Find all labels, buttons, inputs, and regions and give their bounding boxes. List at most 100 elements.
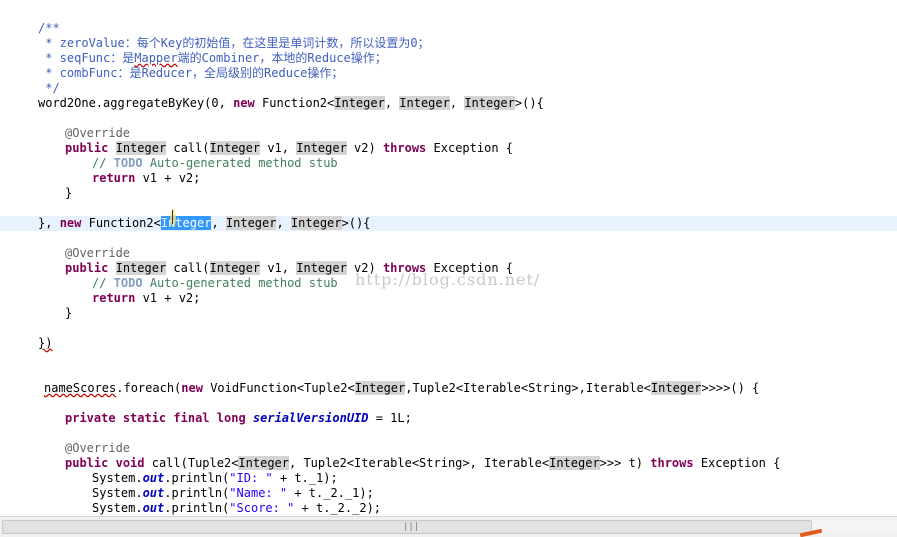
code-text: word2One.aggregateByKey(0, — [38, 96, 234, 110]
code-text: ,Tuple2<Iterable<String>,Iterable< — [405, 381, 651, 395]
keyword: void — [115, 456, 145, 470]
todo-tag: TODO — [113, 156, 143, 170]
string-literal: "Score: " — [229, 501, 295, 515]
type-token: Integer — [209, 261, 261, 275]
code-line-19[interactable]: return v1 + v2; — [92, 291, 200, 306]
code-text: >>>>() { — [701, 381, 760, 395]
code-text: .foreach( — [116, 381, 182, 395]
keyword: public — [65, 261, 109, 275]
type-token: Integer — [334, 96, 385, 110]
comment-text: Auto-generated method stub — [142, 276, 338, 290]
code-line-3[interactable]: * seqFunc：是Mapper端的Combiner，本地的Reduce操作； — [38, 51, 387, 66]
code-text: Function2< — [81, 216, 161, 230]
keyword: return — [92, 291, 136, 305]
code-text: >>> t) — [599, 456, 651, 470]
todo-tag: TODO — [113, 276, 143, 290]
code-text: System. — [92, 471, 143, 485]
keyword: final — [173, 411, 210, 425]
code-line-25[interactable]: nameScores.foreach(new VoidFunction<Tupl… — [44, 381, 759, 396]
code-line-8[interactable]: @Override — [65, 126, 130, 141]
field-token: out — [142, 471, 165, 485]
code-text: v1 + v2; — [135, 291, 201, 305]
code-text: System. — [92, 501, 143, 515]
code-text: System. — [92, 486, 143, 500]
code-text: , — [276, 216, 291, 230]
code-text: .println( — [164, 486, 230, 500]
code-text: , — [449, 96, 465, 110]
code-text: call(Tuple2< — [144, 456, 239, 470]
code-text: + t._2._2); — [294, 501, 382, 515]
code-line-9[interactable]: public Integer call(Integer v1, Integer … — [65, 141, 513, 156]
code-line-16[interactable]: @Override — [65, 246, 130, 261]
type-token: Integer — [115, 141, 167, 155]
code-line-29[interactable]: @Override — [65, 441, 130, 456]
comment-text: 端的Combiner，本地的Reduce操作； — [177, 51, 387, 65]
code-line-14[interactable]: }, new Function2<Integer, Integer, Integ… — [38, 216, 370, 231]
code-text: .println( — [164, 471, 230, 485]
code-line-4[interactable]: * combFunc：是Reducer，全局级别的Reduce操作； — [38, 66, 343, 81]
keyword: long — [216, 411, 246, 425]
code-text: , Tuple2<Iterable<String>, Iterable< — [289, 456, 550, 470]
code-line-10[interactable]: // TODO Auto-generated method stub — [92, 156, 338, 171]
code-text: }, — [38, 216, 60, 230]
field-token: serialVersionUID — [252, 411, 369, 425]
code-line-5[interactable]: */ — [38, 81, 59, 96]
code-text: Function2< — [254, 96, 335, 110]
mouse-cursor-highlight — [170, 209, 176, 227]
scrollbar-track-end — [812, 520, 897, 534]
scrollbar-thumb[interactable]: ||| — [2, 520, 812, 534]
code-text: v1 + v2; — [135, 171, 201, 185]
code-text: + t._1); — [272, 471, 338, 485]
code-line-11[interactable]: return v1 + v2; — [92, 171, 200, 186]
type-token: Integer — [549, 456, 600, 470]
code-text: , — [384, 96, 400, 110]
code-line-1[interactable]: /** — [38, 21, 60, 36]
code-text: .println( — [164, 501, 230, 515]
code-text: Exception { — [693, 456, 781, 470]
code-text: v1, — [260, 141, 297, 155]
keyword: new — [59, 216, 82, 230]
code-text: call( — [166, 141, 210, 155]
text-cursor-icon — [172, 210, 173, 224]
code-line-12[interactable]: } — [65, 186, 72, 201]
watermark: http://blog.csdn.net/ — [355, 270, 541, 289]
comment-text: // — [92, 156, 114, 170]
code-line-2[interactable]: * zeroValue：每个Key的初始值，在这里是单词计数，所以设置为0； — [38, 36, 429, 51]
code-text: }) — [38, 336, 53, 350]
code-text: Exception { — [426, 141, 513, 155]
code-line-6[interactable]: word2One.aggregateByKey(0, new Function2… — [38, 96, 544, 111]
code-editor[interactable]: /** * zeroValue：每个Key的初始值，在这里是单词计数，所以设置为… — [0, 0, 897, 516]
comment-text: // — [92, 276, 114, 290]
type-token: Integer — [290, 216, 342, 230]
field-token: out — [142, 486, 165, 500]
type-token: Integer — [115, 261, 167, 275]
keyword: new — [181, 381, 203, 395]
type-token: Integer — [650, 381, 702, 395]
code-text: >(){ — [514, 96, 544, 110]
code-text: >(){ — [341, 216, 371, 230]
code-line-30[interactable]: public void call(Tuple2<Integer, Tuple2<… — [65, 456, 780, 471]
code-line-18[interactable]: // TODO Auto-generated method stub — [92, 276, 338, 291]
horizontal-scrollbar[interactable]: ||| — [0, 516, 897, 537]
keyword: new — [233, 96, 255, 110]
code-line-33[interactable]: System.out.println("Score: " + t._2._2); — [92, 501, 381, 516]
type-token: Integer — [296, 261, 347, 275]
spellcheck-word: Mapper — [134, 51, 178, 65]
code-line-32[interactable]: System.out.println("Name: " + t._2._1); — [92, 486, 374, 501]
code-text: VoidFunction<Tuple2< — [202, 381, 355, 395]
string-literal: "ID: " — [229, 471, 273, 485]
code-line-20[interactable]: } — [65, 306, 72, 321]
keyword: throws — [382, 141, 427, 155]
type-token: Integer — [238, 456, 289, 470]
code-line-22[interactable]: }) — [38, 336, 52, 351]
field-token: out — [142, 501, 165, 515]
code-line-27[interactable]: private static final long serialVersionU… — [65, 411, 412, 426]
keyword: return — [92, 171, 136, 185]
comment-text: Auto-generated method stub — [142, 156, 338, 170]
type-token: Integer — [399, 96, 450, 110]
comment-text: * seqFunc：是 — [38, 51, 135, 65]
code-text: call( — [166, 261, 210, 275]
type-token: Integer — [464, 96, 515, 110]
variable-token: nameScores — [44, 381, 117, 395]
code-line-31[interactable]: System.out.println("ID: " + t._1); — [92, 471, 338, 486]
